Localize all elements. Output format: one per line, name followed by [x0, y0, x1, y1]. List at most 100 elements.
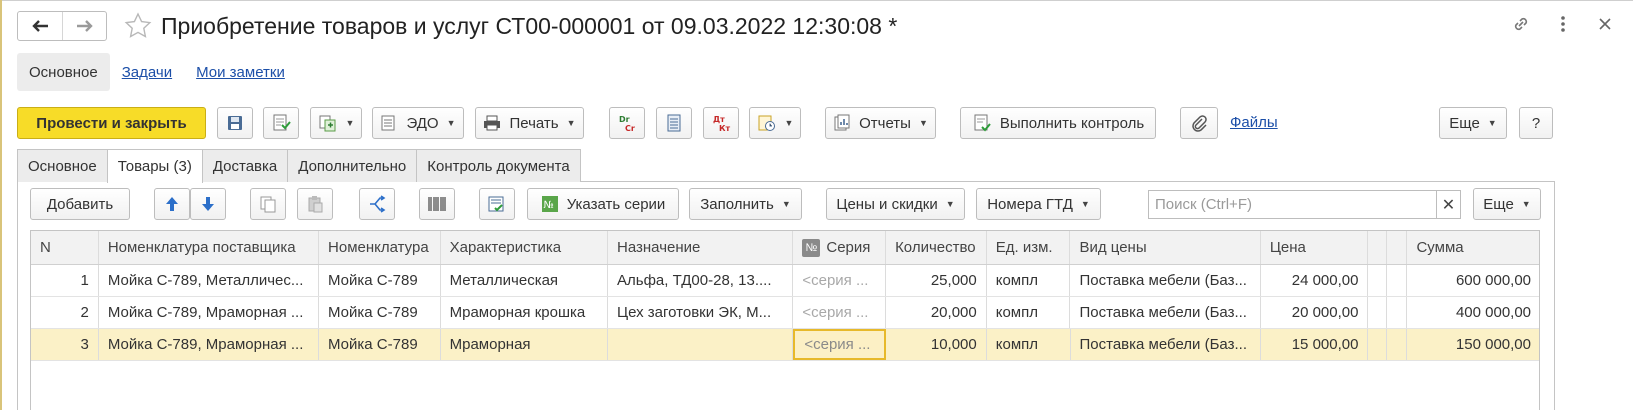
move-down-button[interactable]: [190, 188, 226, 220]
chevron-down-icon: ▼: [945, 199, 955, 209]
cell-supplier-item: Мойка С-789, Металличес...: [99, 265, 320, 296]
set-series-button[interactable]: № Указать серии: [527, 188, 679, 220]
cell-characteristic: Мраморная крошка: [441, 297, 609, 328]
col-price-type[interactable]: Вид цены: [1070, 231, 1261, 264]
printer-icon: [484, 115, 501, 131]
more-button[interactable]: Еще ▼: [1439, 107, 1507, 139]
dr-cr-button[interactable]: Dr Cr: [609, 107, 645, 139]
link-icon[interactable]: [1511, 12, 1531, 36]
create-based-on-button[interactable]: ▼: [310, 107, 362, 139]
section-tab-tasks[interactable]: Задачи: [110, 53, 184, 91]
barcode-button[interactable]: [419, 188, 455, 220]
col-characteristic[interactable]: Характеристика: [441, 231, 609, 264]
list-icon: [667, 114, 681, 132]
col-serie[interactable]: № Серия: [793, 231, 887, 264]
list-button[interactable]: [656, 107, 692, 139]
col-n[interactable]: N: [31, 231, 99, 264]
table-header: N Номенклатура поставщика Номенклатура Х…: [31, 231, 1539, 265]
files-link[interactable]: Файлы: [1230, 114, 1278, 131]
close-icon[interactable]: [1595, 12, 1615, 36]
col-unit[interactable]: Ед. изм.: [987, 231, 1071, 264]
section-tab-notes[interactable]: Мои заметки: [184, 53, 297, 91]
cell-item: Мойка С-789: [319, 297, 441, 328]
add-row-button[interactable]: Добавить: [30, 188, 130, 220]
prices-discounts-label: Цены и скидки: [836, 195, 938, 213]
col-empty-2[interactable]: [1387, 231, 1408, 264]
back-button[interactable]: [18, 12, 62, 40]
copy-row-button[interactable]: [250, 188, 286, 220]
cell-sum: 150 000,00: [1407, 329, 1539, 360]
post-and-close-button[interactable]: Провести и закрыть: [17, 107, 206, 139]
arrow-right-icon: [76, 20, 93, 32]
arrow-up-icon: [166, 197, 178, 211]
search-input[interactable]: [1149, 191, 1436, 218]
table-row-selected[interactable]: 3 Мойка С-789, Мраморная ... Мойка С-789…: [31, 329, 1539, 361]
edo-button[interactable]: ЭДО ▼: [372, 107, 464, 139]
tab-delivery[interactable]: Доставка: [201, 149, 289, 182]
post-button[interactable]: [263, 107, 299, 139]
structure-button[interactable]: ▼: [749, 107, 801, 139]
col-empty-1[interactable]: [1368, 231, 1388, 264]
table-row[interactable]: 1 Мойка С-789, Металличес... Мойка С-789…: [31, 265, 1539, 297]
barcode-icon: [428, 197, 446, 211]
run-control-label: Выполнить контроль: [999, 114, 1145, 132]
print-button[interactable]: Печать ▼: [475, 107, 584, 139]
cell-purpose: [608, 329, 794, 360]
reports-label: Отчеты: [859, 114, 911, 132]
cell-serie: <серия ...: [793, 265, 887, 296]
paste-icon: [308, 196, 323, 213]
cell-unit: компл: [987, 265, 1071, 296]
paste-row-button[interactable]: [297, 188, 333, 220]
table-row[interactable]: 2 Мойка С-789, Мраморная ... Мойка С-789…: [31, 297, 1539, 329]
cell-n: 3: [31, 329, 99, 360]
section-tab-main[interactable]: Основное: [17, 53, 110, 91]
document-tabs: Основное Товары (3) Доставка Дополнитель…: [17, 149, 581, 183]
more-vert-icon[interactable]: [1553, 12, 1573, 36]
move-up-button[interactable]: [154, 188, 190, 220]
chevron-down-icon: ▼: [345, 118, 355, 128]
tab-document-control[interactable]: Контроль документа: [416, 149, 581, 182]
col-price[interactable]: Цена: [1261, 231, 1369, 264]
split-row-button[interactable]: [359, 188, 395, 220]
checklist-icon: [488, 196, 504, 212]
goods-table-toolbar: Добавить № Указать серии Заполнить ▼ Цен…: [30, 188, 1545, 220]
prices-discounts-button[interactable]: Цены и скидки ▼: [826, 188, 965, 220]
reports-button[interactable]: Отчеты ▼: [825, 107, 936, 139]
help-button[interactable]: ?: [1519, 107, 1553, 139]
cell-qty: 10,000: [886, 329, 987, 360]
gtd-numbers-button[interactable]: Номера ГТД ▼: [976, 188, 1101, 220]
cell-price: 15 000,00: [1261, 329, 1369, 360]
clear-search-icon[interactable]: ✕: [1436, 191, 1460, 218]
cell-empty-2: [1387, 329, 1408, 360]
svg-text:Кт: Кт: [719, 124, 731, 133]
cell-serie-focused[interactable]: <серия ...: [793, 329, 887, 360]
goods-table: N Номенклатура поставщика Номенклатура Х…: [30, 230, 1540, 410]
favorite-star-icon[interactable]: [123, 11, 153, 41]
col-purpose[interactable]: Назначение: [608, 231, 794, 264]
cell-unit: компл: [987, 329, 1071, 360]
attach-button[interactable]: [1180, 107, 1218, 139]
run-control-button[interactable]: Выполнить контроль: [960, 107, 1156, 139]
cell-purpose: Альфа, ТД00-28, 13....: [608, 265, 794, 296]
check-goods-button[interactable]: [479, 188, 515, 220]
save-button[interactable]: [217, 107, 253, 139]
cell-item: Мойка С-789: [319, 265, 441, 296]
fill-button[interactable]: Заполнить ▼: [689, 188, 802, 220]
cell-price-type: Поставка мебели (Баз...: [1070, 265, 1261, 296]
search-box: ✕: [1148, 190, 1461, 219]
set-series-label: Указать серии: [566, 195, 666, 213]
forward-button[interactable]: [62, 12, 106, 40]
tab-main[interactable]: Основное: [17, 149, 108, 182]
col-supplier-item[interactable]: Номенклатура поставщика: [99, 231, 320, 264]
dt-kt-button[interactable]: Дт Кт: [703, 107, 739, 139]
tab-goods[interactable]: Товары (3): [106, 149, 203, 183]
col-qty[interactable]: Количество: [886, 231, 987, 264]
chevron-down-icon: ▼: [781, 199, 791, 209]
table-more-button[interactable]: Еще ▼: [1473, 188, 1541, 220]
window-title: Приобретение товаров и услуг СТ00-000001…: [161, 12, 898, 39]
paperclip-icon: [1192, 115, 1207, 132]
col-item[interactable]: Номенклатура: [319, 231, 441, 264]
col-sum[interactable]: Сумма: [1407, 231, 1539, 264]
tab-additional[interactable]: Дополнительно: [287, 149, 418, 182]
cell-purpose: Цех заготовки ЭК, М...: [608, 297, 794, 328]
